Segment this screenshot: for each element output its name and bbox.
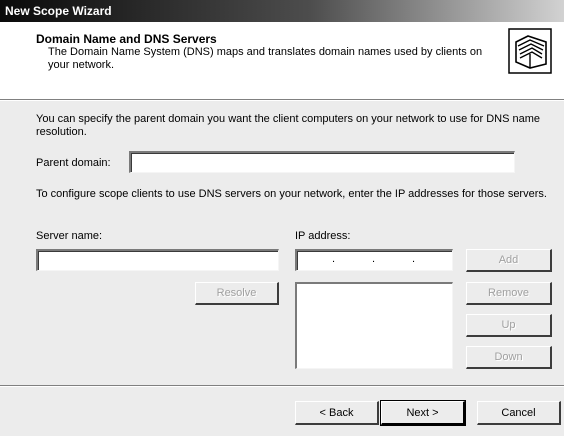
window-title-bar[interactable]: New Scope Wizard <box>0 0 564 22</box>
server-name-input[interactable] <box>38 251 278 270</box>
wizard-body: You can specify the parent domain you wa… <box>0 101 564 385</box>
remove-button[interactable]: Remove <box>466 282 552 305</box>
add-button[interactable]: Add <box>466 249 552 272</box>
down-button[interactable]: Down <box>466 346 552 369</box>
parent-domain-input[interactable] <box>131 153 514 172</box>
ip-address-octets[interactable]: . . . <box>297 251 452 270</box>
ip-address-list[interactable] <box>295 282 453 369</box>
page-title: Domain Name and DNS Servers <box>36 32 217 46</box>
wizard-footer: < Back Next > Cancel <box>0 387 564 436</box>
next-button[interactable]: Next > <box>380 400 466 426</box>
cancel-button[interactable]: Cancel <box>477 401 561 425</box>
intro-text: You can specify the parent domain you wa… <box>36 113 541 138</box>
resolve-button[interactable]: Resolve <box>195 282 279 305</box>
ip-dot: . <box>412 253 416 265</box>
ip-dot: . <box>332 253 336 265</box>
up-button[interactable]: Up <box>466 314 552 337</box>
window-title: New Scope Wizard <box>5 4 112 18</box>
server-name-field[interactable] <box>36 249 279 271</box>
parent-domain-label: Parent domain: <box>36 157 111 169</box>
servers-text: To configure scope clients to use DNS se… <box>36 188 547 200</box>
ip-dot: . <box>372 253 376 265</box>
folders-icon <box>508 28 552 74</box>
ip-address-label: IP address: <box>295 230 351 242</box>
page-description: The Domain Name System (DNS) maps and tr… <box>48 46 483 71</box>
wizard-header: Domain Name and DNS Servers The Domain N… <box>0 22 564 99</box>
server-name-label: Server name: <box>36 230 103 242</box>
back-button[interactable]: < Back <box>295 401 379 425</box>
ip-address-field[interactable]: . . . <box>295 249 453 271</box>
parent-domain-field[interactable] <box>129 151 515 173</box>
